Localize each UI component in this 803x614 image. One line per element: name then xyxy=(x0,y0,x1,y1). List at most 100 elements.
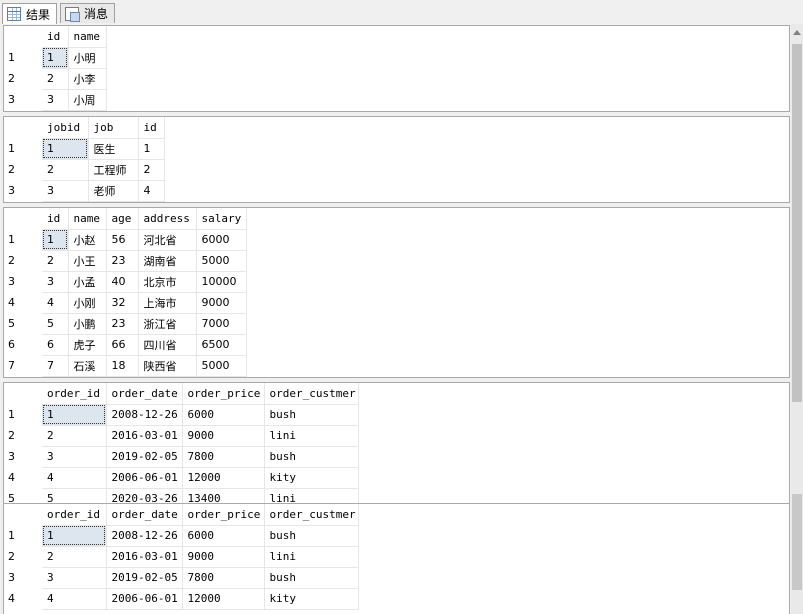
table-cell[interactable]: 浙江省 xyxy=(138,313,197,335)
row-number[interactable]: 3 xyxy=(4,89,42,110)
column-header[interactable]: order_price xyxy=(182,383,265,405)
table-cell[interactable]: 工程师 xyxy=(88,159,139,181)
table-cell[interactable]: 2019-02-05 xyxy=(106,446,183,468)
table-cell[interactable]: 小刚 xyxy=(68,292,107,314)
column-header[interactable]: order_date xyxy=(106,383,183,405)
table-cell[interactable]: 2016-03-01 xyxy=(106,546,183,568)
table-row[interactable]: 1 1 2008-12-26 6000 bush xyxy=(4,525,359,547)
table-cell[interactable]: 小王 xyxy=(68,250,107,272)
row-number[interactable]: 3 xyxy=(4,180,42,201)
tab-messages[interactable]: 消息 xyxy=(60,3,116,23)
column-header[interactable]: job xyxy=(88,117,139,139)
table-cell[interactable]: 40 xyxy=(106,271,139,293)
table-cell[interactable]: 陕西省 xyxy=(138,355,197,377)
table-cell[interactable]: 7800 xyxy=(182,567,265,589)
table-cell[interactable]: 5 xyxy=(42,313,69,335)
table-cell[interactable]: bush xyxy=(264,525,359,547)
table-row[interactable]: 3 3 老师 4 xyxy=(4,180,165,202)
table-cell[interactable]: kity xyxy=(264,467,359,489)
table-cell[interactable]: bush xyxy=(264,446,359,468)
table-cell[interactable]: bush xyxy=(264,567,359,589)
column-header[interactable]: order_custmer xyxy=(264,504,359,526)
table-cell[interactable]: 医生 xyxy=(88,138,139,160)
table-cell[interactable]: 河北省 xyxy=(138,229,197,251)
table-cell[interactable]: 1 xyxy=(42,525,107,547)
row-number[interactable]: 2 xyxy=(4,159,42,180)
table-cell[interactable]: 2 xyxy=(42,159,89,181)
table-row[interactable]: 6 6 虎子 66 四川省 6500 xyxy=(4,334,247,356)
row-number[interactable]: 4 xyxy=(4,467,42,488)
table-cell[interactable]: 小赵 xyxy=(68,229,107,251)
table-row[interactable]: 4 4 2006-06-01 12000 kity xyxy=(4,588,359,610)
table-cell[interactable]: 5000 xyxy=(196,355,247,377)
table-cell[interactable]: 9000 xyxy=(182,546,265,568)
column-header[interactable]: address xyxy=(138,208,197,230)
row-number[interactable]: 7 xyxy=(4,355,42,376)
row-number[interactable]: 1 xyxy=(4,229,42,250)
table-cell[interactable]: 12000 xyxy=(182,467,265,489)
table-cell[interactable]: 7000 xyxy=(196,313,247,335)
table-row[interactable]: 3 3 2019-02-05 7800 bush xyxy=(4,567,359,589)
row-number[interactable]: 1 xyxy=(4,525,42,546)
row-number[interactable]: 2 xyxy=(4,546,42,567)
row-number[interactable]: 4 xyxy=(4,588,42,609)
scroll-up-arrow-icon[interactable] xyxy=(793,30,801,35)
row-number[interactable]: 3 xyxy=(4,567,42,588)
table-cell[interactable]: 56 xyxy=(106,229,139,251)
table-cell[interactable]: 四川省 xyxy=(138,334,197,356)
table-row[interactable]: 7 7 石溪 18 陕西省 5000 xyxy=(4,355,247,377)
table-row[interactable]: 1 1 2008-12-26 6000 bush xyxy=(4,404,359,426)
table-cell[interactable]: 北京市 xyxy=(138,271,197,293)
table-cell[interactable]: 4 xyxy=(42,588,107,610)
row-number[interactable]: 3 xyxy=(4,446,42,467)
grid-corner[interactable] xyxy=(4,383,42,404)
column-header[interactable]: jobid xyxy=(42,117,89,139)
table-row[interactable]: 5 5 小鹏 23 浙江省 7000 xyxy=(4,313,247,335)
table-cell[interactable]: 石溪 xyxy=(68,355,107,377)
table-cell[interactable]: 虎子 xyxy=(68,334,107,356)
row-number[interactable]: 6 xyxy=(4,334,42,355)
table-cell[interactable]: 小周 xyxy=(68,89,107,111)
table-cell[interactable]: kity xyxy=(264,588,359,610)
scroll-thumb[interactable] xyxy=(792,44,802,402)
row-number[interactable]: 3 xyxy=(4,271,42,292)
table-cell[interactable]: 2 xyxy=(42,68,69,90)
table-cell[interactable]: 3 xyxy=(42,89,69,111)
column-header[interactable]: order_date xyxy=(106,504,183,526)
table-row[interactable]: 4 4 2006-06-01 12000 kity xyxy=(4,467,359,489)
table-cell[interactable]: 上海市 xyxy=(138,292,197,314)
table-cell[interactable]: 6000 xyxy=(196,229,247,251)
table-cell[interactable]: 小李 xyxy=(68,68,107,90)
table-cell[interactable]: 2 xyxy=(42,250,69,272)
table-cell[interactable]: 3 xyxy=(42,446,107,468)
column-header[interactable]: name xyxy=(68,26,107,48)
table-cell[interactable]: 6 xyxy=(42,334,69,356)
row-number[interactable]: 5 xyxy=(4,313,42,334)
table-cell[interactable]: 7 xyxy=(42,355,69,377)
table-cell[interactable]: lini xyxy=(264,546,359,568)
table-row[interactable]: 3 3 小孟 40 北京市 10000 xyxy=(4,271,247,293)
row-number[interactable]: 2 xyxy=(4,250,42,271)
row-number[interactable]: 4 xyxy=(4,292,42,313)
table-cell[interactable]: 1 xyxy=(42,138,89,160)
table-cell[interactable]: 2016-03-01 xyxy=(106,425,183,447)
column-header[interactable]: id xyxy=(42,208,69,230)
vertical-scrollbar[interactable] xyxy=(791,24,803,614)
grid-corner[interactable] xyxy=(4,117,42,138)
table-cell[interactable]: 5000 xyxy=(196,250,247,272)
table-cell[interactable]: 66 xyxy=(106,334,139,356)
table-row[interactable]: 3 3 2019-02-05 7800 bush xyxy=(4,446,359,468)
column-header[interactable]: order_id xyxy=(42,504,107,526)
row-number[interactable]: 1 xyxy=(4,404,42,425)
column-header[interactable]: order_id xyxy=(42,383,107,405)
column-header[interactable]: id xyxy=(42,26,69,48)
table-cell[interactable]: 2008-12-26 xyxy=(106,525,183,547)
grid-corner[interactable] xyxy=(4,504,42,525)
row-number[interactable]: 1 xyxy=(4,47,42,68)
table-cell[interactable]: 4 xyxy=(138,180,165,202)
table-cell[interactable]: 7800 xyxy=(182,446,265,468)
table-cell[interactable]: 6000 xyxy=(182,404,265,426)
column-header[interactable]: id xyxy=(138,117,165,139)
table-cell[interactable]: 1 xyxy=(42,47,69,69)
table-cell[interactable]: 32 xyxy=(106,292,139,314)
